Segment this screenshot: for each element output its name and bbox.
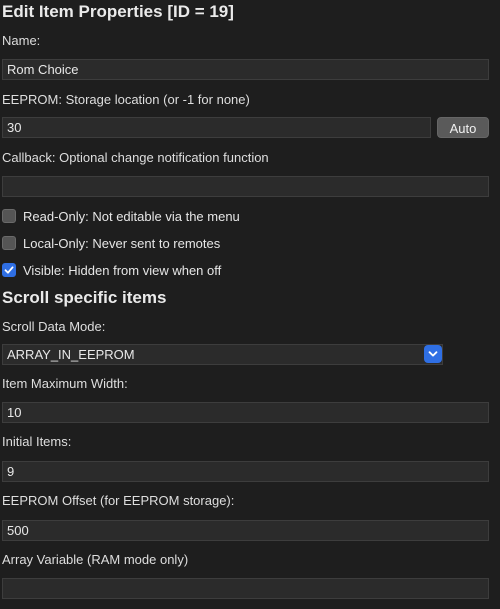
scroll-data-mode-select[interactable]: ARRAY_IN_EEPROM xyxy=(2,344,443,365)
eeprom-offset-label: EEPROM Offset (for EEPROM storage): xyxy=(2,493,235,508)
eeprom-field[interactable]: 30 xyxy=(2,117,431,138)
name-label: Name: xyxy=(2,33,41,48)
array-variable-field[interactable] xyxy=(2,578,489,599)
max-width-field[interactable]: 10 xyxy=(2,402,489,423)
max-width-label: Item Maximum Width: xyxy=(2,376,128,391)
auto-button[interactable]: Auto xyxy=(437,117,489,138)
initial-items-label: Initial Items: xyxy=(2,434,72,449)
chevron-down-icon xyxy=(428,351,438,357)
dialog-title: Edit Item Properties [ID = 19] xyxy=(2,2,234,21)
scroll-section-title: Scroll specific items xyxy=(2,288,167,307)
local-only-checkbox[interactable] xyxy=(2,236,16,250)
visible-checkbox[interactable] xyxy=(2,263,16,277)
dropdown-toggle[interactable] xyxy=(424,345,442,363)
eeprom-offset-field[interactable]: 500 xyxy=(2,520,489,541)
callback-label: Callback: Optional change notification f… xyxy=(2,150,269,165)
checkmark-icon xyxy=(4,266,14,274)
eeprom-label: EEPROM: Storage location (or -1 for none… xyxy=(2,92,250,107)
initial-items-field[interactable]: 9 xyxy=(2,461,489,482)
scroll-data-mode-value: ARRAY_IN_EEPROM xyxy=(7,347,135,362)
name-field[interactable]: Rom Choice xyxy=(2,59,489,80)
read-only-label: Read-Only: Not editable via the menu xyxy=(23,208,240,224)
visible-row[interactable]: Visible: Hidden from view when off xyxy=(2,262,221,278)
scroll-data-mode-label: Scroll Data Mode: xyxy=(2,319,106,334)
local-only-label: Local-Only: Never sent to remotes xyxy=(23,235,221,251)
local-only-row[interactable]: Local-Only: Never sent to remotes xyxy=(2,235,220,251)
callback-field[interactable] xyxy=(2,176,489,197)
visible-label: Visible: Hidden from view when off xyxy=(23,262,222,278)
read-only-checkbox[interactable] xyxy=(2,209,16,223)
array-variable-label: Array Variable (RAM mode only) xyxy=(2,552,189,567)
read-only-row[interactable]: Read-Only: Not editable via the menu xyxy=(2,208,240,224)
